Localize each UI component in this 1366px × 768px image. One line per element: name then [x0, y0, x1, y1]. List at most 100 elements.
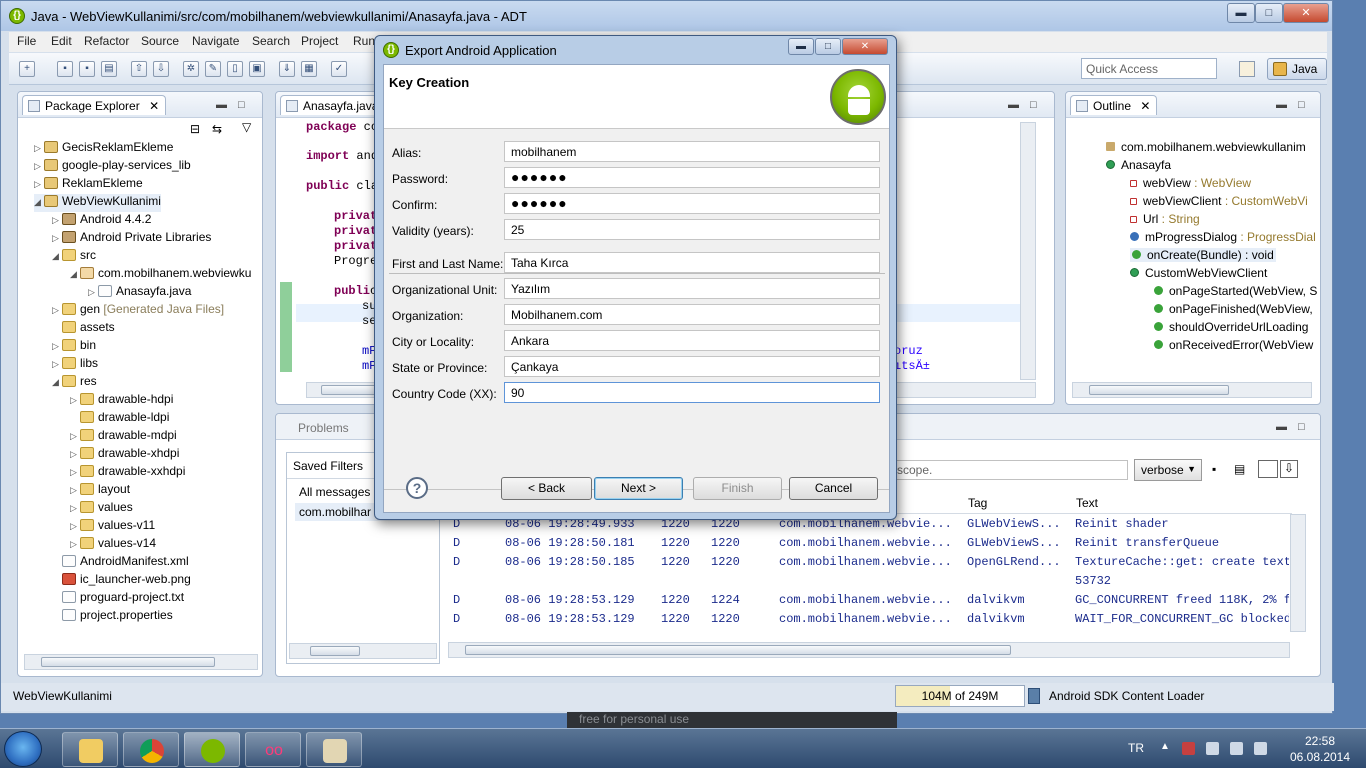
- editor-tab-anasayfa[interactable]: Anasayfa.java: [280, 95, 386, 115]
- collapsed-icon[interactable]: ▷: [88, 287, 98, 298]
- confirm-input[interactable]: ●●●●●●: [504, 193, 880, 214]
- save-icon[interactable]: ▪: [57, 61, 73, 77]
- new-icon[interactable]: +: [19, 61, 35, 77]
- open-perspective-icon[interactable]: [1239, 61, 1255, 77]
- tree-item[interactable]: ▷ drawable-xhdpi: [70, 446, 179, 464]
- outline-tab[interactable]: Outline ✕: [1070, 95, 1158, 115]
- dialog-minimize-button[interactable]: ▬: [788, 38, 814, 55]
- validity-input[interactable]: 25: [504, 219, 880, 240]
- dialog-maximize-button[interactable]: □: [815, 38, 841, 55]
- log-row[interactable]: D 08-06 19:28:53.129 1220 1224 com.mobilhane…: [453, 593, 1289, 611]
- tree-item[interactable]: ▷ bin: [52, 338, 96, 356]
- alias-input[interactable]: mobilhanem: [504, 141, 880, 162]
- quick-access-input[interactable]: Quick Access: [1081, 58, 1217, 79]
- link-editor-icon[interactable]: ⇆: [212, 122, 222, 136]
- device-icon[interactable]: ▯: [227, 61, 243, 77]
- collapsed-icon[interactable]: ▷: [52, 341, 62, 352]
- organization-input[interactable]: Mobilhanem.com: [504, 304, 880, 325]
- scroll-lock-icon[interactable]: ⇩: [1280, 460, 1298, 478]
- taskbar-adt[interactable]: [184, 732, 240, 767]
- menu-run[interactable]: Run: [353, 34, 375, 48]
- tray-expand-icon[interactable]: ▲: [1160, 741, 1170, 752]
- logcat-search-input[interactable]: scope.: [892, 460, 1128, 480]
- editor-minimize-icon[interactable]: ▬: [1008, 99, 1019, 111]
- collapsed-icon[interactable]: ▷: [52, 215, 62, 226]
- collapsed-icon[interactable]: ▷: [70, 449, 80, 460]
- close-button[interactable]: ✕: [1283, 3, 1329, 23]
- toggle-filters-icon[interactable]: [1258, 460, 1278, 478]
- collapsed-icon[interactable]: ▷: [34, 143, 44, 154]
- package-explorer-tab[interactable]: Package Explorer ✕: [22, 95, 167, 115]
- menu-edit[interactable]: Edit: [51, 34, 72, 48]
- tree-item[interactable]: ▷ GecisReklamEkleme: [34, 140, 173, 158]
- menu-source[interactable]: Source: [141, 34, 179, 48]
- log-row[interactable]: D 08-06 19:28:50.181 1220 1220 com.mobilhane…: [453, 536, 1289, 554]
- outline-item[interactable]: shouldOverrideUrlLoading: [1154, 320, 1308, 334]
- collapsed-icon[interactable]: ▷: [70, 485, 80, 496]
- expanded-icon[interactable]: ◢: [70, 269, 80, 280]
- tree-item[interactable]: ▷ ReklamEkleme: [34, 176, 143, 194]
- collapsed-icon[interactable]: ▷: [52, 233, 62, 244]
- tree-item[interactable]: project.properties: [52, 608, 173, 626]
- problems-tab[interactable]: Problems: [298, 421, 349, 435]
- tree-item[interactable]: ▷ Anasayfa.java: [88, 284, 191, 302]
- tree-item[interactable]: ▷ Android Private Libraries: [52, 230, 211, 248]
- tree-item[interactable]: ◢ WebViewKullanimi: [34, 194, 161, 212]
- tree-item[interactable]: ▷ google-play-services_lib: [34, 158, 191, 176]
- outline-maximize-icon[interactable]: □: [1298, 99, 1305, 111]
- collapsed-icon[interactable]: ▷: [70, 503, 80, 514]
- horizontal-scrollbar[interactable]: [24, 654, 258, 670]
- close-tab-icon[interactable]: ✕: [149, 99, 159, 113]
- debug-icon[interactable]: ✲: [183, 61, 199, 77]
- outline-item[interactable]: webView : WebView: [1130, 176, 1251, 190]
- tree-item[interactable]: ▷ values-v14: [70, 536, 156, 554]
- device-icon[interactable]: [1206, 742, 1219, 755]
- column-tag[interactable]: Tag: [968, 496, 987, 510]
- tree-item[interactable]: ▷ libs: [52, 356, 98, 374]
- collapsed-icon[interactable]: ▷: [70, 539, 80, 550]
- clock-time[interactable]: 22:58: [1290, 734, 1350, 748]
- tree-item[interactable]: proguard-project.txt: [52, 590, 184, 608]
- maximize-icon[interactable]: □: [238, 99, 245, 111]
- tree-item[interactable]: ◢ src: [52, 248, 96, 266]
- taskbar-flickr[interactable]: oo: [245, 732, 301, 767]
- problems-minimize-icon[interactable]: ▬: [1276, 421, 1287, 433]
- editor-vertical-scrollbar[interactable]: [1020, 122, 1036, 380]
- editor-maximize-icon[interactable]: □: [1030, 99, 1037, 111]
- avd-manager-icon[interactable]: ▦: [301, 61, 317, 77]
- code-line[interactable]: privat: [334, 239, 377, 253]
- tree-item[interactable]: ▷ values-v11: [70, 518, 155, 536]
- city-input[interactable]: Ankara: [504, 330, 880, 351]
- clear-log-icon[interactable]: ▤: [1234, 462, 1245, 476]
- outline-item[interactable]: com.mobilhanem.webviewkullanim: [1106, 140, 1306, 154]
- menu-navigate[interactable]: Navigate: [192, 34, 239, 48]
- collapsed-icon[interactable]: ▷: [70, 431, 80, 442]
- menu-refactor[interactable]: Refactor: [84, 34, 129, 48]
- help-icon[interactable]: ?: [406, 477, 428, 499]
- clock-date[interactable]: 06.08.2014: [1284, 750, 1356, 764]
- download-icon[interactable]: ⇩: [153, 61, 169, 77]
- outline-item[interactable]: Url : String: [1130, 212, 1200, 226]
- start-button[interactable]: [4, 731, 42, 767]
- outline-item[interactable]: onReceivedError(WebView: [1154, 338, 1313, 352]
- collapsed-icon[interactable]: ▷: [52, 305, 62, 316]
- password-input[interactable]: ●●●●●●: [504, 167, 880, 188]
- language-indicator[interactable]: TR: [1128, 741, 1144, 755]
- sdk-manager-icon[interactable]: ⇓: [279, 61, 295, 77]
- column-text[interactable]: Text: [1076, 496, 1098, 510]
- back-button[interactable]: < Back: [501, 477, 592, 500]
- taskbar-explorer[interactable]: [62, 732, 118, 767]
- log-horizontal-scrollbar[interactable]: [448, 642, 1290, 658]
- collapsed-icon[interactable]: ▷: [52, 359, 62, 370]
- outline-item[interactable]: mProgressDialog : ProgressDial: [1130, 230, 1316, 244]
- filters-scrollbar[interactable]: [289, 643, 437, 659]
- unit-input[interactable]: Yazılım: [504, 278, 880, 299]
- trash-icon[interactable]: [1028, 688, 1040, 704]
- next-button[interactable]: Next >: [594, 477, 683, 500]
- code-line[interactable]: privat: [334, 224, 377, 238]
- log-row[interactable]: D 08-06 19:28:50.185 1220 1220 com.mobilhane…: [453, 555, 1289, 573]
- tree-item[interactable]: ▷ Android 4.4.2: [52, 212, 151, 230]
- tree-item[interactable]: assets: [52, 320, 115, 338]
- check-icon[interactable]: ✓: [331, 61, 347, 77]
- code-line[interactable]: public cla: [306, 179, 378, 193]
